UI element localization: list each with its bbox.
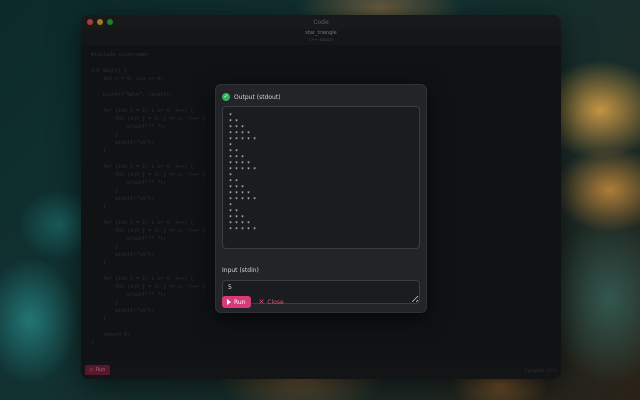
run-dialog: ✓ Output (stdout) * * * * * * * * * * * … bbox=[215, 84, 427, 313]
input-label: Input (stdin) bbox=[222, 267, 259, 274]
output-header: ✓ Output (stdout) bbox=[222, 93, 420, 101]
output-panel: * * * * * * * * * * * * * * * * * * * * … bbox=[222, 106, 420, 249]
output-label: Output (stdout) bbox=[234, 93, 281, 101]
close-icon: ✕ bbox=[258, 297, 265, 306]
run-button[interactable]: Run bbox=[222, 296, 251, 308]
close-button[interactable]: ✕ Close bbox=[258, 297, 284, 306]
check-circle-icon: ✓ bbox=[222, 93, 230, 101]
input-header: Input (stdin) bbox=[222, 257, 420, 276]
run-button-label: Run bbox=[234, 298, 246, 306]
close-button-label: Close bbox=[267, 298, 284, 306]
dialog-actions: Run ✕ Close bbox=[222, 296, 420, 308]
play-icon bbox=[227, 299, 231, 305]
